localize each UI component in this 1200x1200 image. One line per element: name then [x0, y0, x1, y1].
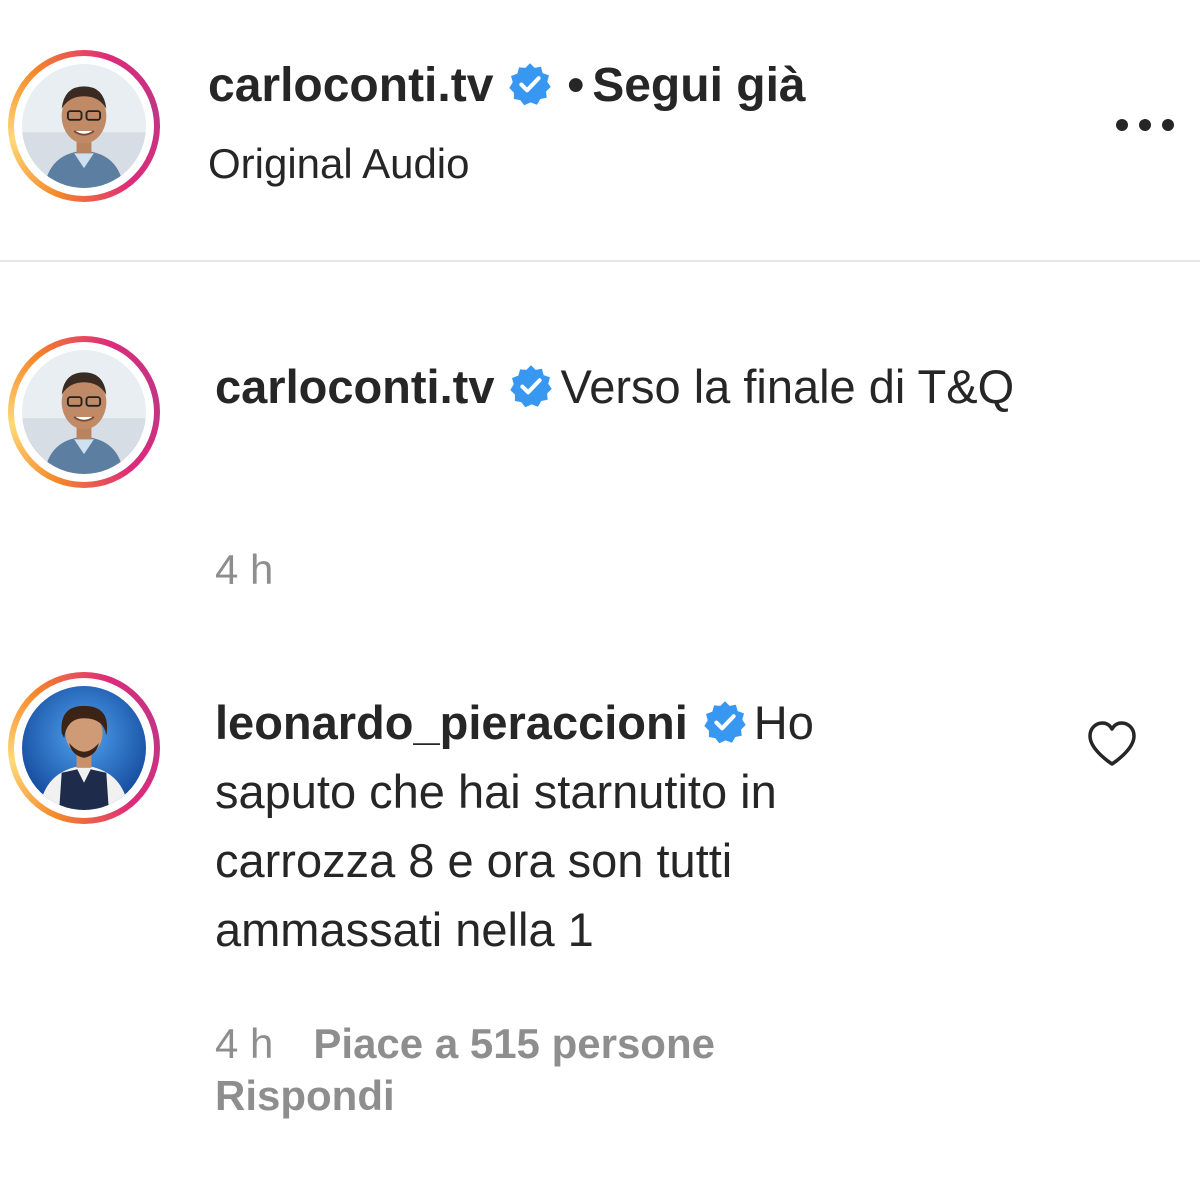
- profile-photo-carloconti: [22, 64, 146, 188]
- profile-photo-pieraccioni: [22, 686, 146, 810]
- separator-dot: •: [567, 59, 585, 112]
- caption-username[interactable]: carloconti.tv: [215, 360, 494, 413]
- reply-button[interactable]: Rispondi: [215, 1072, 395, 1120]
- verified-badge-icon: [507, 61, 553, 107]
- verified-badge-icon: [702, 699, 748, 745]
- comment-text: leonardo_pieraccioni Ho saputo che hai s…: [215, 688, 935, 964]
- comment-username[interactable]: leonardo_pieraccioni: [215, 696, 688, 749]
- caption-body: Verso la finale di T&Q: [560, 360, 1015, 413]
- comment-avatar[interactable]: [8, 672, 160, 824]
- header-username[interactable]: carloconti.tv: [208, 59, 493, 112]
- comment-time[interactable]: 4 h: [215, 1020, 273, 1067]
- verified-badge-icon: [508, 363, 554, 409]
- header-avatar[interactable]: [8, 50, 160, 202]
- more-options-icon[interactable]: [1112, 108, 1178, 142]
- follow-status-button[interactable]: Segui già: [592, 59, 805, 112]
- comment-meta: 4 h Piace a 515 persone: [215, 1020, 715, 1068]
- header-title-line: carloconti.tv • Segui già: [208, 58, 806, 113]
- like-heart-icon[interactable]: [1086, 720, 1138, 768]
- audio-link[interactable]: Original Audio: [208, 140, 470, 188]
- post-header: carloconti.tv • Segui già Original Audio: [0, 0, 1200, 262]
- header-divider: [0, 260, 1200, 262]
- caption-avatar[interactable]: [8, 336, 160, 488]
- profile-photo-carloconti: [22, 350, 146, 474]
- caption-text: carloconti.tv Verso la finale di T&Q: [215, 352, 1055, 421]
- comment-likes[interactable]: Piace a 515 persone: [313, 1020, 715, 1067]
- caption-time[interactable]: 4 h: [215, 546, 273, 593]
- caption-meta: 4 h: [215, 546, 273, 594]
